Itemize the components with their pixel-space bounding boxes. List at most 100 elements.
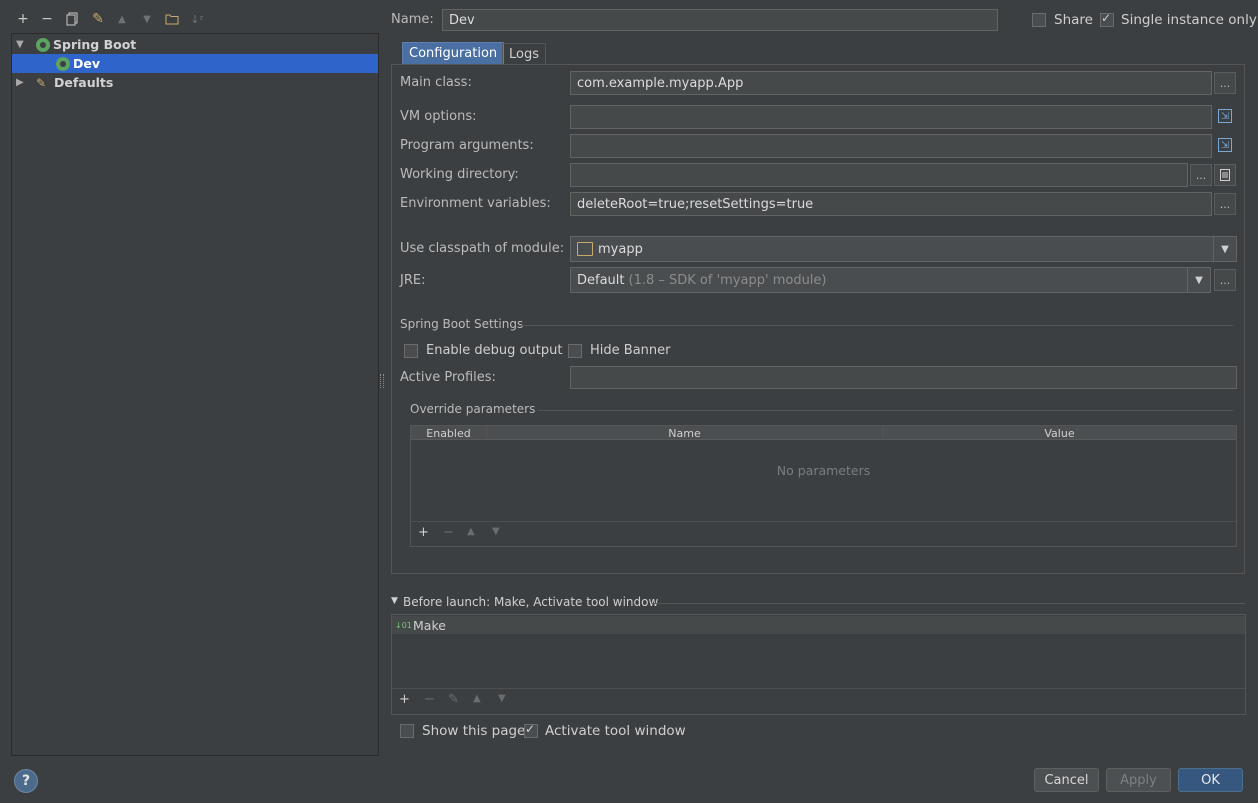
section-divider <box>519 325 1233 326</box>
browse-button[interactable]: ... <box>1214 72 1236 94</box>
add-task-icon[interactable]: + <box>399 692 410 707</box>
hide-banner-label: Hide Banner <box>590 343 671 358</box>
collapse-arrow-icon[interactable]: ▶ <box>16 77 26 88</box>
working-directory-input[interactable] <box>570 163 1188 187</box>
column-header-name[interactable]: Name <box>486 426 884 440</box>
checkbox-icon[interactable] <box>404 343 418 358</box>
classpath-value: myapp <box>598 241 643 257</box>
tree-item-label: Defaults <box>54 75 114 90</box>
checkbox-icon[interactable] <box>1100 11 1114 27</box>
list-item-label: Make <box>413 617 446 633</box>
edit-task-icon[interactable]: ✎ <box>448 692 459 707</box>
ok-button[interactable]: OK <box>1178 768 1243 792</box>
browse-button[interactable]: ... <box>1214 193 1236 215</box>
list-toolbar-divider <box>392 688 1245 689</box>
spring-boot-icon <box>36 37 50 52</box>
chevron-down-icon[interactable]: ▼ <box>1213 237 1236 261</box>
browse-button[interactable]: ... <box>1190 164 1212 186</box>
debug-output-label: Enable debug output <box>426 343 563 358</box>
expand-arrow-icon[interactable]: ▼ <box>16 39 26 50</box>
activate-tool-window-checkbox[interactable]: Activate tool window <box>524 722 686 739</box>
spring-boot-icon <box>56 56 70 71</box>
browse-button[interactable]: ... <box>1214 269 1236 291</box>
help-icon[interactable]: ? <box>14 769 38 793</box>
spring-boot-settings-title: Spring Boot Settings <box>400 317 524 331</box>
show-page-label: Show this page <box>422 723 526 739</box>
move-up-icon[interactable]: ▲ <box>473 693 481 704</box>
sort-icon[interactable]: ↓ᶻ <box>188 10 206 28</box>
classpath-select[interactable]: myapp ▼ <box>570 236 1237 262</box>
wrench-icon[interactable]: ✎ <box>89 10 107 28</box>
column-header-enabled[interactable]: Enabled <box>411 426 487 440</box>
remove-task-icon[interactable]: − <box>424 692 435 707</box>
table-header: Enabled Name Value <box>411 426 1236 440</box>
empty-table-text: No parameters <box>776 463 871 478</box>
list-item[interactable]: ↓01 Make <box>392 616 1245 634</box>
show-page-checkbox[interactable]: Show this page <box>400 723 525 739</box>
cancel-button[interactable]: Cancel <box>1034 768 1099 792</box>
active-profiles-input[interactable] <box>570 366 1237 389</box>
override-parameters-title: Override parameters <box>410 402 536 416</box>
wrench-icon: ✎ <box>36 75 47 90</box>
jre-hint: (1.8 – SDK of 'myapp' module) <box>628 272 827 288</box>
expand-icon[interactable]: ⇲ <box>1218 109 1232 123</box>
section-divider <box>652 603 1245 604</box>
minus-icon[interactable]: − <box>38 10 56 28</box>
name-label: Name: <box>391 12 434 27</box>
tree-item-defaults[interactable]: ▶ ✎ Defaults <box>12 73 378 92</box>
checkbox-icon[interactable] <box>1032 13 1046 27</box>
table-toolbar-divider <box>411 521 1236 522</box>
column-header-value[interactable]: Value <box>883 426 1236 440</box>
tree-item-spring-boot[interactable]: ▼ Spring Boot <box>12 35 378 54</box>
override-parameters-table: Enabled Name Value No parameters + − ▲ ▼ <box>410 425 1237 547</box>
before-launch-list: ↓01 Make + − ✎ ▲ ▼ <box>391 614 1246 715</box>
tree-item-dev[interactable]: Dev <box>12 54 378 73</box>
vm-options-label: VM options: <box>400 109 477 124</box>
tab-configuration[interactable]: Configuration <box>402 42 505 64</box>
share-label: Share <box>1054 12 1093 28</box>
plus-icon[interactable]: + <box>14 10 32 28</box>
checkbox-icon[interactable] <box>400 724 414 738</box>
checkbox-icon[interactable] <box>568 343 582 358</box>
folder-icon[interactable] <box>163 10 181 28</box>
hide-banner-checkbox[interactable]: Hide Banner <box>568 343 670 358</box>
environment-variables-label: Environment variables: <box>400 196 551 211</box>
macro-icon[interactable] <box>1214 164 1236 186</box>
debug-output-checkbox[interactable]: Enable debug output <box>404 343 562 358</box>
environment-variables-input[interactable]: deleteRoot=true;resetSettings=true <box>570 192 1212 216</box>
single-instance-label: Single instance only <box>1121 12 1257 28</box>
move-down-icon[interactable]: ▼ <box>492 526 500 537</box>
move-down-icon[interactable]: ▼ <box>498 693 506 704</box>
add-parameter-icon[interactable]: + <box>418 525 429 540</box>
apply-button[interactable]: Apply <box>1106 768 1171 792</box>
main-class-input[interactable]: com.example.myapp.App <box>570 71 1212 95</box>
name-input[interactable]: Dev <box>442 9 998 31</box>
arrow-up-icon[interactable]: ▲ <box>113 10 131 28</box>
section-divider <box>538 410 1233 411</box>
vm-options-input[interactable] <box>570 105 1212 129</box>
module-folder-icon <box>577 242 593 256</box>
make-icon: ↓01 <box>395 620 412 630</box>
collapse-arrow-icon[interactable]: ▼ <box>391 596 398 606</box>
chevron-down-icon[interactable]: ▼ <box>1187 268 1210 292</box>
jre-select[interactable]: Default (1.8 – SDK of 'myapp' module) ▼ <box>570 267 1211 293</box>
expand-icon[interactable]: ⇲ <box>1218 138 1232 152</box>
copy-icon[interactable] <box>63 10 81 28</box>
move-up-icon[interactable]: ▲ <box>467 526 475 537</box>
tree-item-label: Spring Boot <box>53 37 137 52</box>
arrow-down-icon[interactable]: ▼ <box>138 10 156 28</box>
tab-logs[interactable]: Logs <box>502 43 546 65</box>
program-arguments-input[interactable] <box>570 134 1212 158</box>
working-directory-label: Working directory: <box>400 167 519 182</box>
main-class-label: Main class: <box>400 75 472 90</box>
active-profiles-label: Active Profiles: <box>400 370 496 385</box>
tree-item-label: Dev <box>73 56 101 71</box>
splitter-handle[interactable] <box>380 374 384 388</box>
config-tree: ▼ Spring Boot Dev ▶ ✎ Defaults <box>11 33 379 756</box>
remove-parameter-icon[interactable]: − <box>443 525 454 540</box>
share-checkbox[interactable]: Share <box>1032 12 1093 28</box>
checkbox-icon[interactable] <box>524 722 538 738</box>
single-instance-checkbox[interactable]: Single instance only <box>1100 11 1257 28</box>
jre-label: JRE: <box>400 273 426 288</box>
jre-value: Default <box>577 272 625 288</box>
